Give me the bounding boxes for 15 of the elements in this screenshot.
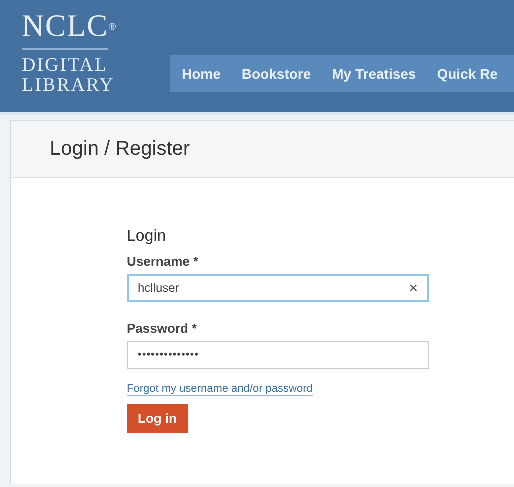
form-heading: Login xyxy=(127,228,168,246)
page-title: Login / Register xyxy=(50,138,190,160)
forgot-link[interactable]: Forgot my username and/or password xyxy=(127,383,313,396)
login-button[interactable]: Log in xyxy=(127,404,188,433)
nav-link[interactable]: Home xyxy=(182,62,221,86)
field-label: Password * xyxy=(127,321,198,336)
field-label: Username * xyxy=(127,254,200,269)
username-field[interactable]: hclluser × xyxy=(127,274,429,302)
logo-text: DIGITAL xyxy=(22,56,108,76)
logo-text: LIBRARY xyxy=(22,76,115,96)
password-field[interactable]: •••••••••••••• xyxy=(127,341,429,369)
logo-wordmark: NCLC$^{®}$ xyxy=(22,8,118,44)
nav-link[interactable]: My Treatises xyxy=(332,62,416,86)
nav-link[interactable]: Bookstore xyxy=(242,62,312,86)
nav-link[interactable]: Quick Re xyxy=(437,62,498,86)
